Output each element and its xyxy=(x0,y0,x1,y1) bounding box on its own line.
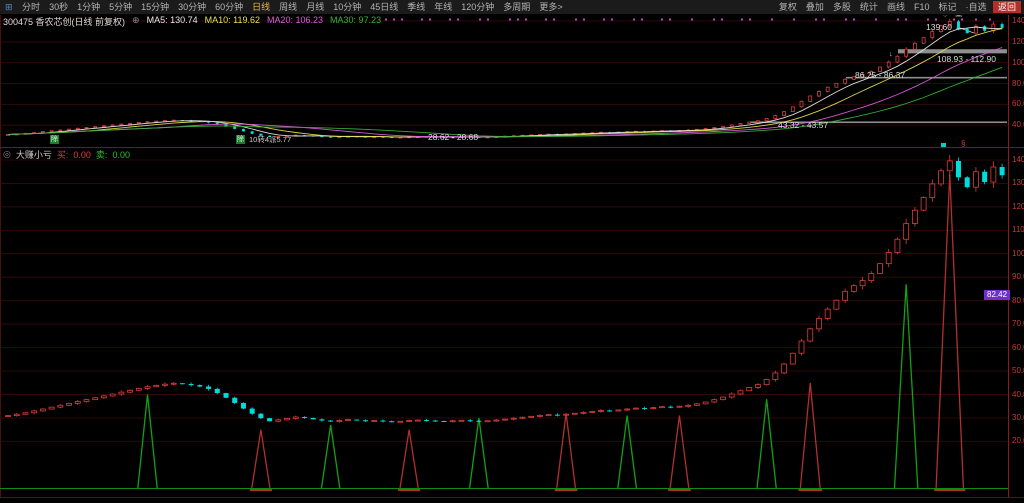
period-tab-更多>[interactable]: 更多> xyxy=(535,1,567,14)
tool-button-F10[interactable]: F10 xyxy=(909,1,934,14)
period-tab-120分钟[interactable]: 120分钟 xyxy=(457,1,499,14)
tool-button-自选[interactable]: ·自选 xyxy=(961,1,991,14)
indicator-settings-icon[interactable]: ◎ xyxy=(3,149,11,160)
toolbar: ⊞ 分时30秒1分钟5分钟15分钟30分钟60分钟日线周线月线10分钟45日线季… xyxy=(0,0,1024,15)
candle-marker-icon xyxy=(941,143,946,147)
period-tab-15分钟[interactable]: 15分钟 xyxy=(137,1,174,14)
ma-readout-MA20: MA20: 106.23 xyxy=(267,15,323,25)
buy-value: 0.00 xyxy=(73,150,91,160)
stock-title: 300475 香农芯创(日线 前复权) xyxy=(3,15,125,26)
period-tab-30秒[interactable]: 30秒 xyxy=(45,1,73,14)
period-tab-45日线[interactable]: 45日线 xyxy=(366,1,403,14)
period-tab-年线[interactable]: 年线 xyxy=(430,1,457,14)
period-tab-10分钟[interactable]: 10分钟 xyxy=(329,1,366,14)
tool-button-叠加[interactable]: 叠加 xyxy=(801,1,828,14)
period-tab-分时[interactable]: 分时 xyxy=(18,1,45,14)
period-tab-日线[interactable]: 日线 xyxy=(248,1,275,14)
window-menu-icon[interactable]: ⊞ xyxy=(0,2,18,13)
period-tab-60分钟[interactable]: 60分钟 xyxy=(211,1,248,14)
period-tabs: 分时30秒1分钟5分钟15分钟30分钟60分钟日线周线月线10分钟45日线季线年… xyxy=(18,1,568,14)
sell-label: 卖: xyxy=(96,148,108,161)
ma-readout-MA10: MA10: 119.62 xyxy=(205,15,260,25)
tool-buttons: 复权叠加多股统计画线F10标记·自选 xyxy=(774,1,991,14)
tool-button-标记[interactable]: 标记 xyxy=(934,1,961,14)
indicator-bar: ◎ 大赚小亏 买: 0.00 卖: 0.00 xyxy=(3,149,130,160)
toolbar-right-tools: 复权叠加多股统计画线F10标记·自选 返回 xyxy=(774,1,1024,14)
buy-label: 买: xyxy=(57,148,69,161)
ma-readout-MA30: MA30: 97.23 xyxy=(330,15,381,25)
period-tab-1分钟[interactable]: 1分钟 xyxy=(73,1,105,14)
period-tab-多周期[interactable]: 多周期 xyxy=(499,1,535,14)
tdx-app-window: ⊞ 分时30秒1分钟5分钟15分钟30分钟60分钟日线周线月线10分钟45日线季… xyxy=(0,0,1024,503)
tool-button-复权[interactable]: 复权 xyxy=(774,1,801,14)
stock-info-bar: 300475 香农芯创(日线 前复权) ⊕ MA5: 130.74 MA10: 1… xyxy=(3,15,388,26)
price-chart-canvas[interactable] xyxy=(0,0,1024,503)
tool-button-统计[interactable]: 统计 xyxy=(855,1,882,14)
period-tab-季线[interactable]: 季线 xyxy=(403,1,430,14)
link-icon[interactable]: ⊕ xyxy=(132,15,140,26)
ma-readout-MA5: MA5: 130.74 xyxy=(147,15,198,25)
period-tab-月线[interactable]: 月线 xyxy=(302,1,329,14)
section-marker-icon: § xyxy=(961,139,965,148)
back-button[interactable]: 返回 xyxy=(993,1,1021,13)
period-tab-周线[interactable]: 周线 xyxy=(275,1,302,14)
period-tab-5分钟[interactable]: 5分钟 xyxy=(105,1,137,14)
indicator-name[interactable]: 大赚小亏 xyxy=(16,148,52,161)
period-tab-30分钟[interactable]: 30分钟 xyxy=(174,1,211,14)
tool-button-多股[interactable]: 多股 xyxy=(828,1,855,14)
sell-value: 0.00 xyxy=(112,150,130,160)
tool-button-画线[interactable]: 画线 xyxy=(882,1,909,14)
ma-values: MA5: 130.74 MA10: 119.62 MA20: 106.23 MA30:… xyxy=(147,15,389,26)
